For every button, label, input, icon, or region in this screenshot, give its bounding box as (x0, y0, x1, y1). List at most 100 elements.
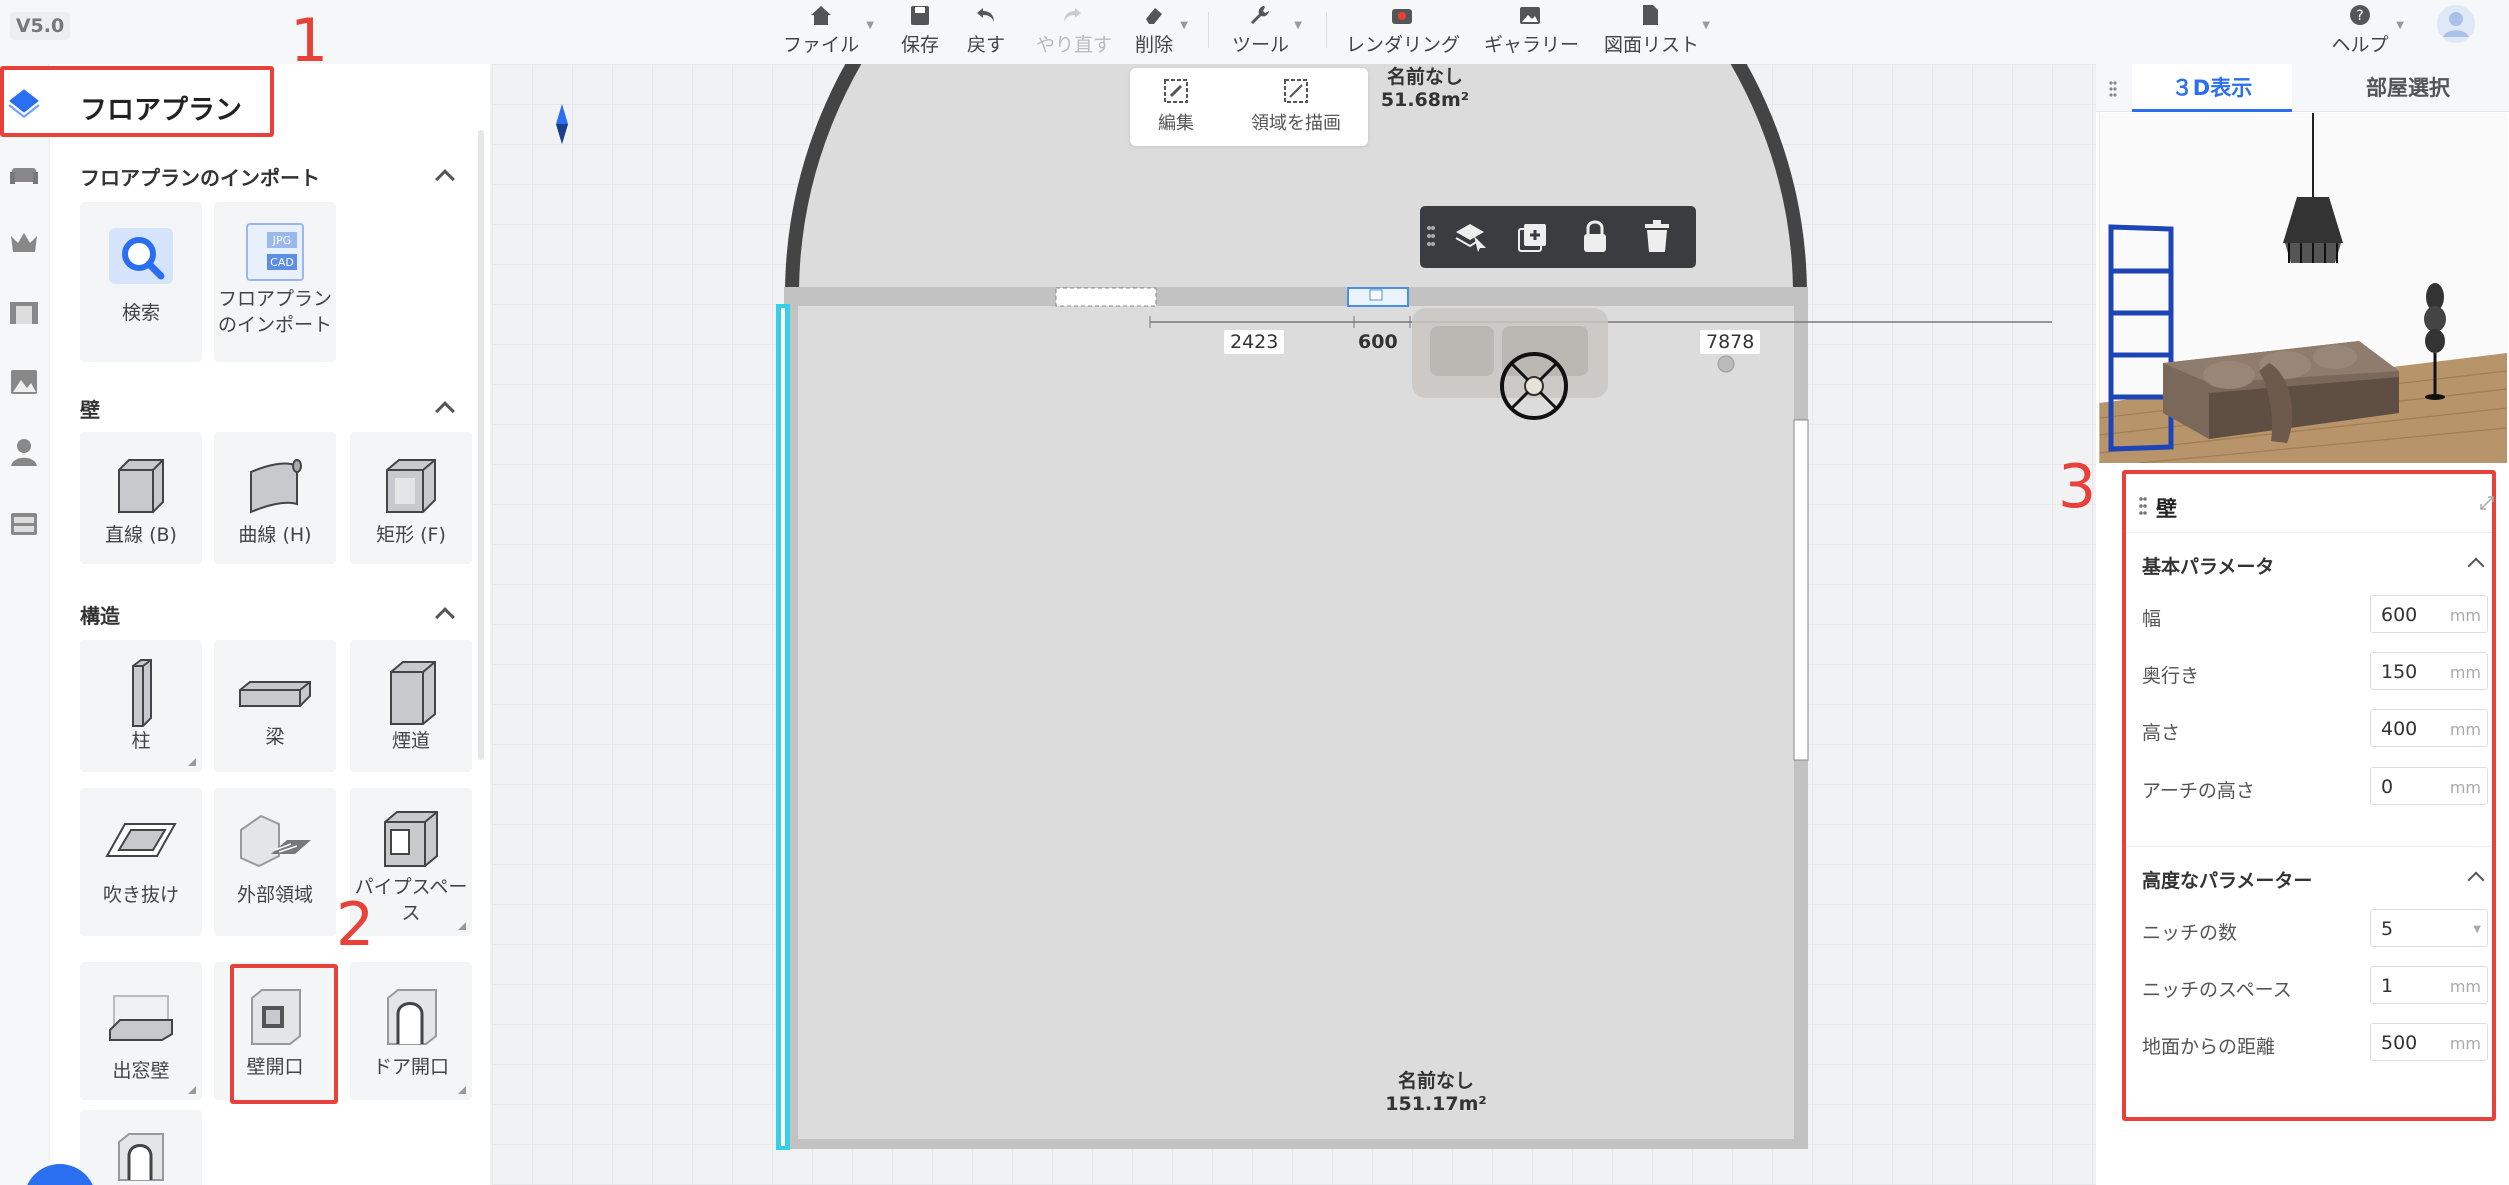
search-icon (109, 228, 173, 284)
pipe-space-icon (384, 811, 438, 867)
basic-params-header[interactable]: 基本パラメータ (2142, 552, 2274, 579)
select-layer-icon[interactable] (1452, 220, 1488, 254)
redo-button[interactable]: やり直す (1036, 2, 1112, 60)
height-input[interactable]: 400 mm (2370, 709, 2488, 747)
void-card[interactable]: 吹き抜け (80, 788, 202, 936)
curved-wall-card[interactable]: 曲線 (H) (214, 432, 336, 564)
annotation-number-2: 2 (336, 890, 375, 960)
annotation-number-3: 3 (2058, 452, 2097, 522)
door-opening[interactable] (1055, 287, 1157, 307)
draw-toolbar: 編集 領域を描画 (1130, 68, 1368, 146)
section-structure-title: 構造 (80, 604, 120, 628)
main-room-floor[interactable] (798, 306, 1794, 1139)
furniture-icon[interactable] (8, 158, 40, 190)
floorplan-drawing[interactable] (492, 64, 2096, 1185)
avatar[interactable] (2436, 4, 2476, 44)
beam-icon (239, 681, 311, 707)
crown-icon[interactable] (8, 226, 40, 258)
param-label-niche-space: ニッチのスペース (2142, 979, 2292, 1001)
drawing-list-button[interactable]: 図面リスト ▼ (1604, 2, 1710, 60)
chat-bubble-icon[interactable] (24, 1164, 96, 1185)
annotation-number-1: 1 (290, 6, 329, 76)
drag-handle-icon[interactable] (2108, 80, 2118, 98)
floor-lamp-model[interactable] (1717, 355, 1735, 373)
advanced-params-header[interactable]: 高度なパラメーター (2142, 866, 2312, 893)
straight-wall-card[interactable]: 直線 (B) (80, 432, 202, 564)
exterior-area-card[interactable]: 外部領域 (214, 788, 336, 936)
duplicate-icon[interactable] (1516, 220, 1550, 254)
dimension-label-left[interactable]: 2423 (1224, 330, 1285, 354)
cad-file-icon: JPG CAD (246, 223, 304, 281)
width-input[interactable]: 600 mm (2370, 595, 2488, 633)
door-opening-card[interactable]: ドア開口 (350, 962, 472, 1100)
section-wall-title: 壁 (80, 398, 100, 422)
drag-handle-icon[interactable] (1426, 224, 1436, 250)
properties-title: 壁 (2156, 497, 2177, 521)
niche-count-select[interactable]: 5 ▼ (2370, 909, 2488, 947)
beam-card[interactable]: 梁 (214, 640, 336, 772)
undo-icon (977, 8, 994, 22)
void-icon (105, 823, 177, 857)
arch-opening-icon (118, 1133, 164, 1181)
depth-input[interactable]: 150 mm (2370, 652, 2488, 690)
floorplan-active-icon (8, 89, 40, 119)
section-import-title: フロアプランのインポート (80, 166, 320, 190)
param-label-height: 高さ (2142, 722, 2181, 744)
dimension-label-width[interactable]: 600 (1352, 330, 1404, 354)
dimension-label-right[interactable]: 7878 (1700, 330, 1761, 354)
param-label-arch-height: アーチの高さ (2142, 780, 2255, 802)
edit-button[interactable]: 編集 (1146, 78, 1206, 135)
save-icon (911, 6, 929, 25)
svg-text:?: ? (2356, 8, 2363, 24)
tools-menu-button[interactable]: ツール ▼ (1232, 2, 1302, 60)
param-label-width: 幅 (2142, 608, 2162, 630)
bay-window-icon (109, 995, 173, 1041)
param-label-niche-count: ニッチの数 (2142, 922, 2238, 944)
search-card[interactable]: 検索 (80, 202, 202, 362)
3d-preview[interactable] (2099, 113, 2507, 463)
home-icon (811, 6, 831, 25)
rendering-button[interactable]: レンダリング (1346, 2, 1460, 60)
user-model-icon[interactable] (8, 436, 40, 468)
undo-button[interactable]: 戻す (966, 2, 1006, 60)
delete-button[interactable]: 削除 ▼ (1134, 2, 1188, 60)
chimney-card[interactable]: 煙道 (350, 640, 472, 772)
draw-area-button[interactable]: 領域を描画 (1234, 78, 1358, 135)
document-icon (1643, 5, 1658, 25)
landscape-icon[interactable] (8, 366, 40, 398)
gallery-button[interactable]: ギャラリー (1484, 2, 1579, 60)
wrench-icon (1251, 6, 1269, 24)
right-wall-window[interactable] (1793, 419, 1809, 761)
panel-title: フロアプラン (80, 95, 242, 126)
drag-handle-icon[interactable] (2138, 496, 2148, 516)
view-tabs: ３D表示 部屋選択 (2096, 64, 2509, 112)
toolbar-divider (1208, 12, 1209, 48)
selection-toolbar (1420, 206, 1696, 268)
exterior-area-icon (240, 814, 311, 868)
left-panel-scrollbar[interactable] (478, 130, 484, 760)
trash-icon[interactable] (1642, 218, 1672, 254)
save-button[interactable]: 保存 (898, 2, 942, 60)
arch-opening-card[interactable] (80, 1110, 202, 1185)
column-icon (132, 659, 152, 727)
help-button[interactable]: ? ヘルプ ▼ (2330, 2, 2404, 60)
svg-text:CAD: CAD (270, 256, 294, 269)
door-window-icon[interactable] (8, 296, 40, 328)
door-opening-icon (387, 989, 437, 1045)
column-card[interactable]: 柱 (80, 640, 202, 772)
bay-window-wall-card[interactable]: 出窓壁 (80, 962, 202, 1100)
chevron-down-icon: ▼ (2473, 924, 2481, 935)
rect-wall-card[interactable]: 矩形 (F) (350, 432, 472, 564)
expand-icon[interactable] (2480, 496, 2494, 510)
floorplan-import-card[interactable]: JPG CAD フロアプラン のインポート (214, 202, 336, 362)
cabinet-icon[interactable] (8, 508, 40, 540)
arch-height-input[interactable]: 0 mm (2370, 767, 2488, 805)
tab-3d-view[interactable]: ３D表示 (2132, 64, 2292, 112)
floor-distance-input[interactable]: 500 mm (2370, 1023, 2488, 1061)
room-label-main[interactable]: 名前なし 151.17m² (1366, 1070, 1506, 1116)
tab-room-select[interactable]: 部屋選択 (2328, 64, 2488, 112)
room-label-top[interactable]: 名前なし 51.68m² (1360, 66, 1490, 112)
niche-space-input[interactable]: 1 mm (2370, 966, 2488, 1004)
lock-icon[interactable] (1580, 218, 1610, 254)
file-menu-button[interactable]: ファイル ▼ (782, 2, 874, 60)
